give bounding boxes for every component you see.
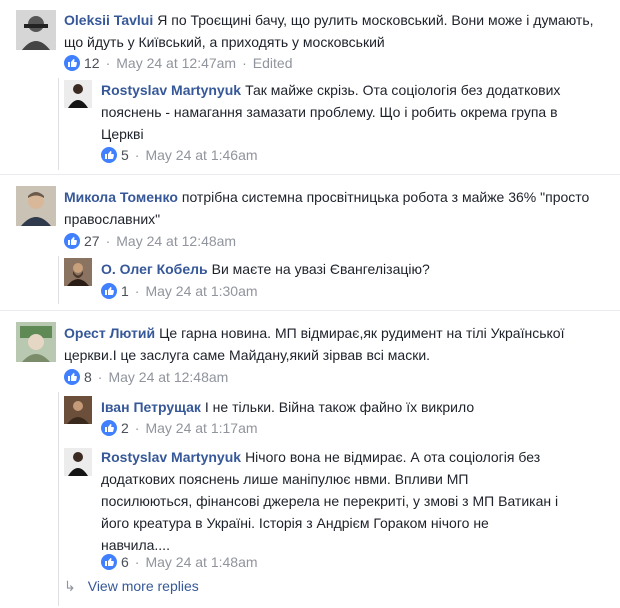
author-link[interactable]: Іван Петрущак bbox=[101, 399, 201, 415]
timestamp[interactable]: May 24 at 12:47am bbox=[116, 55, 236, 71]
reply-meta: 1 · May 24 at 1:30am bbox=[101, 282, 258, 300]
comment-text: Микола Томенко потрібна системна просвітн… bbox=[64, 189, 590, 227]
reply-text: Rostyslav Martynyuk Так майже скрізь. Ота… bbox=[101, 82, 561, 142]
reply-meta: 2 · May 24 at 1:17am bbox=[101, 419, 258, 437]
view-more-replies-link[interactable]: ↳ View more replies bbox=[64, 578, 199, 595]
like-thumb-icon[interactable] bbox=[101, 420, 117, 436]
reply-text: О. Олег Кобель Ви маєте на увазі Євангелі… bbox=[101, 261, 430, 277]
comment-meta: 27 · May 24 at 12:48am bbox=[64, 232, 236, 250]
reply-arrow-icon: ↳ bbox=[64, 578, 76, 594]
like-thumb-icon[interactable] bbox=[101, 147, 117, 163]
thread-line bbox=[58, 256, 59, 304]
like-count[interactable]: 12 bbox=[84, 55, 100, 71]
timestamp[interactable]: May 24 at 12:48am bbox=[116, 233, 236, 249]
like-thumb-icon[interactable] bbox=[101, 283, 117, 299]
author-link[interactable]: Rostyslav Martynyuk bbox=[101, 82, 241, 98]
like-count[interactable]: 5 bbox=[121, 147, 129, 163]
like-count[interactable]: 2 bbox=[121, 420, 129, 436]
avatar-oleh-kobel[interactable] bbox=[64, 258, 92, 286]
comment-meta: 8 · May 24 at 12:48am bbox=[64, 368, 228, 386]
divider bbox=[0, 174, 620, 175]
author-link[interactable]: Орест Лютий bbox=[64, 325, 155, 341]
reply-text: Іван Петрущак І не тільки. Війна також фа… bbox=[101, 399, 475, 415]
like-thumb-icon[interactable] bbox=[64, 233, 80, 249]
like-count[interactable]: 6 bbox=[121, 554, 129, 570]
comment-text: Орест Лютий Це гарна новина. МП відмирає,… bbox=[64, 325, 565, 363]
like-count[interactable]: 1 bbox=[121, 283, 129, 299]
reply-meta: 5 · May 24 at 1:46am bbox=[101, 146, 258, 164]
author-link[interactable]: Rostyslav Martynyuk bbox=[101, 449, 241, 465]
like-count[interactable]: 8 bbox=[84, 369, 92, 385]
like-thumb-icon[interactable] bbox=[64, 55, 80, 71]
author-link[interactable]: О. Олег Кобель bbox=[101, 261, 208, 277]
avatar-mykola-tomenko[interactable] bbox=[16, 186, 56, 226]
view-more-label[interactable]: View more replies bbox=[88, 578, 199, 594]
timestamp[interactable]: May 24 at 1:17am bbox=[145, 420, 257, 436]
avatar-oleksii-tavlui[interactable] bbox=[16, 10, 56, 50]
thread-line bbox=[58, 78, 59, 170]
comment-meta: 12 · May 24 at 12:47am · Edited bbox=[64, 54, 292, 72]
avatar-ivan-petrushchak[interactable] bbox=[64, 396, 92, 424]
timestamp[interactable]: May 24 at 1:48am bbox=[145, 554, 257, 570]
timestamp[interactable]: May 24 at 1:30am bbox=[145, 283, 257, 299]
reply-text: Rostyslav Martynyuk Нічого вона не відмир… bbox=[101, 449, 559, 553]
avatar-rostyslav-martynyuk[interactable] bbox=[64, 448, 92, 476]
timestamp[interactable]: May 24 at 12:48am bbox=[108, 369, 228, 385]
edited-label[interactable]: Edited bbox=[253, 55, 293, 71]
author-link[interactable]: Oleksii Tavlui bbox=[64, 12, 153, 28]
divider bbox=[0, 310, 620, 311]
like-count[interactable]: 27 bbox=[84, 233, 100, 249]
comment-text: Oleksii Tavlui Я по Троєщині бачу, що рул… bbox=[64, 12, 594, 50]
avatar-rostyslav-martynyuk[interactable] bbox=[64, 80, 92, 108]
timestamp[interactable]: May 24 at 1:46am bbox=[145, 147, 257, 163]
thread-line bbox=[58, 392, 59, 606]
like-thumb-icon[interactable] bbox=[64, 369, 80, 385]
reply-meta: 6 · May 24 at 1:48am bbox=[101, 553, 258, 571]
like-thumb-icon[interactable] bbox=[101, 554, 117, 570]
avatar-orest-liutyi[interactable] bbox=[16, 322, 56, 362]
author-link[interactable]: Микола Томенко bbox=[64, 189, 178, 205]
